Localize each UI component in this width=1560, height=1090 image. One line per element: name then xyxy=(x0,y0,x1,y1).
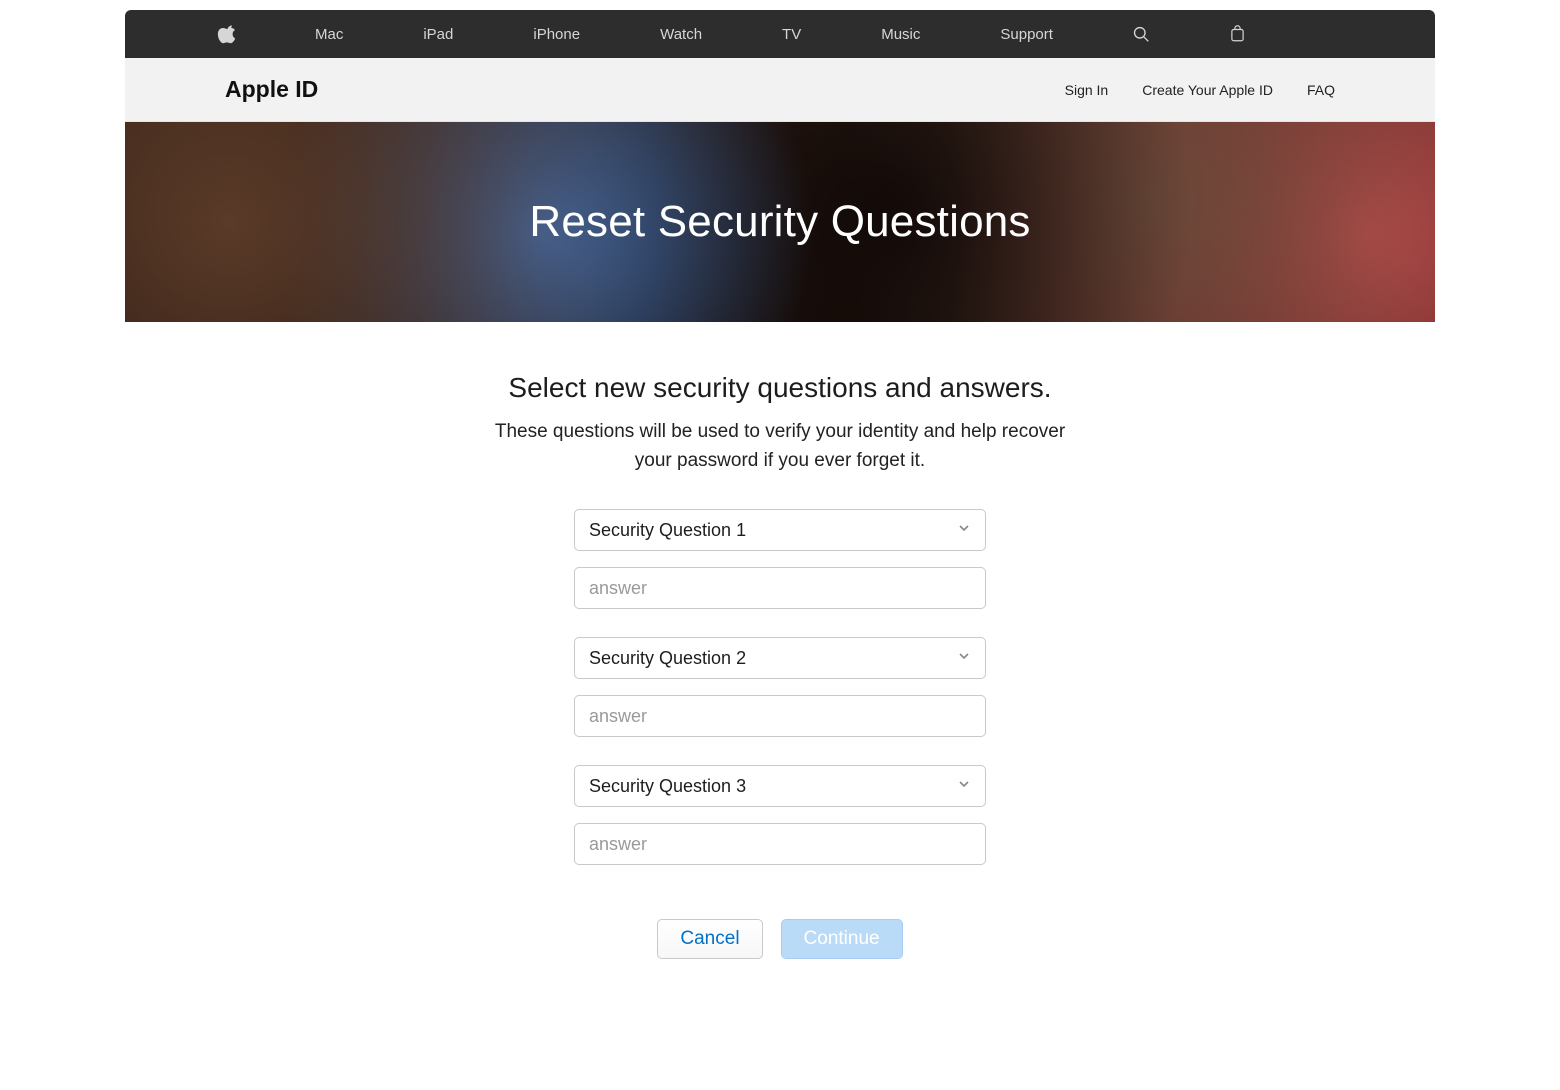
create-apple-id-link[interactable]: Create Your Apple ID xyxy=(1142,82,1273,98)
nav-tv[interactable]: TV xyxy=(782,26,801,43)
nav-support[interactable]: Support xyxy=(1000,26,1053,43)
bag-icon[interactable] xyxy=(1230,25,1245,43)
content-heading: Select new security questions and answer… xyxy=(125,372,1435,404)
hero-title: Reset Security Questions xyxy=(529,197,1030,247)
answer-1-input[interactable] xyxy=(574,567,986,609)
security-question-3-select[interactable]: Security Question 3 xyxy=(574,765,986,807)
answer-2-input[interactable] xyxy=(574,695,986,737)
select-label: Security Question 1 xyxy=(589,520,957,541)
cancel-button[interactable]: Cancel xyxy=(657,919,762,959)
security-questions-form: Security Question 1 Security Question 2 xyxy=(574,509,986,865)
answer-3-input[interactable] xyxy=(574,823,986,865)
hero-banner: Reset Security Questions xyxy=(125,122,1435,322)
faq-link[interactable]: FAQ xyxy=(1307,82,1335,98)
security-question-1-select[interactable]: Security Question 1 xyxy=(574,509,986,551)
sign-in-link[interactable]: Sign In xyxy=(1065,82,1109,98)
nav-watch[interactable]: Watch xyxy=(660,26,702,43)
question-group-2: Security Question 2 xyxy=(574,637,986,737)
question-group-1: Security Question 1 xyxy=(574,509,986,609)
select-label: Security Question 3 xyxy=(589,776,957,797)
global-nav: Mac iPad iPhone Watch TV Music Support xyxy=(125,10,1435,58)
nav-mac[interactable]: Mac xyxy=(315,26,343,43)
nav-music[interactable]: Music xyxy=(881,26,920,43)
chevron-down-icon xyxy=(957,649,971,668)
chevron-down-icon xyxy=(957,777,971,796)
page-title: Apple ID xyxy=(225,76,318,103)
apple-logo-icon[interactable] xyxy=(217,24,235,44)
main-content: Select new security questions and answer… xyxy=(125,322,1435,999)
content-subtext: These questions will be used to verify y… xyxy=(480,418,1080,475)
select-label: Security Question 2 xyxy=(589,648,957,669)
nav-ipad[interactable]: iPad xyxy=(423,26,453,43)
question-group-3: Security Question 3 xyxy=(574,765,986,865)
sub-nav: Apple ID Sign In Create Your Apple ID FA… xyxy=(125,58,1435,122)
chevron-down-icon xyxy=(957,521,971,540)
nav-iphone[interactable]: iPhone xyxy=(533,26,580,43)
continue-button[interactable]: Continue xyxy=(781,919,903,959)
search-icon[interactable] xyxy=(1133,26,1150,43)
action-buttons: Cancel Continue xyxy=(125,919,1435,959)
security-question-2-select[interactable]: Security Question 2 xyxy=(574,637,986,679)
